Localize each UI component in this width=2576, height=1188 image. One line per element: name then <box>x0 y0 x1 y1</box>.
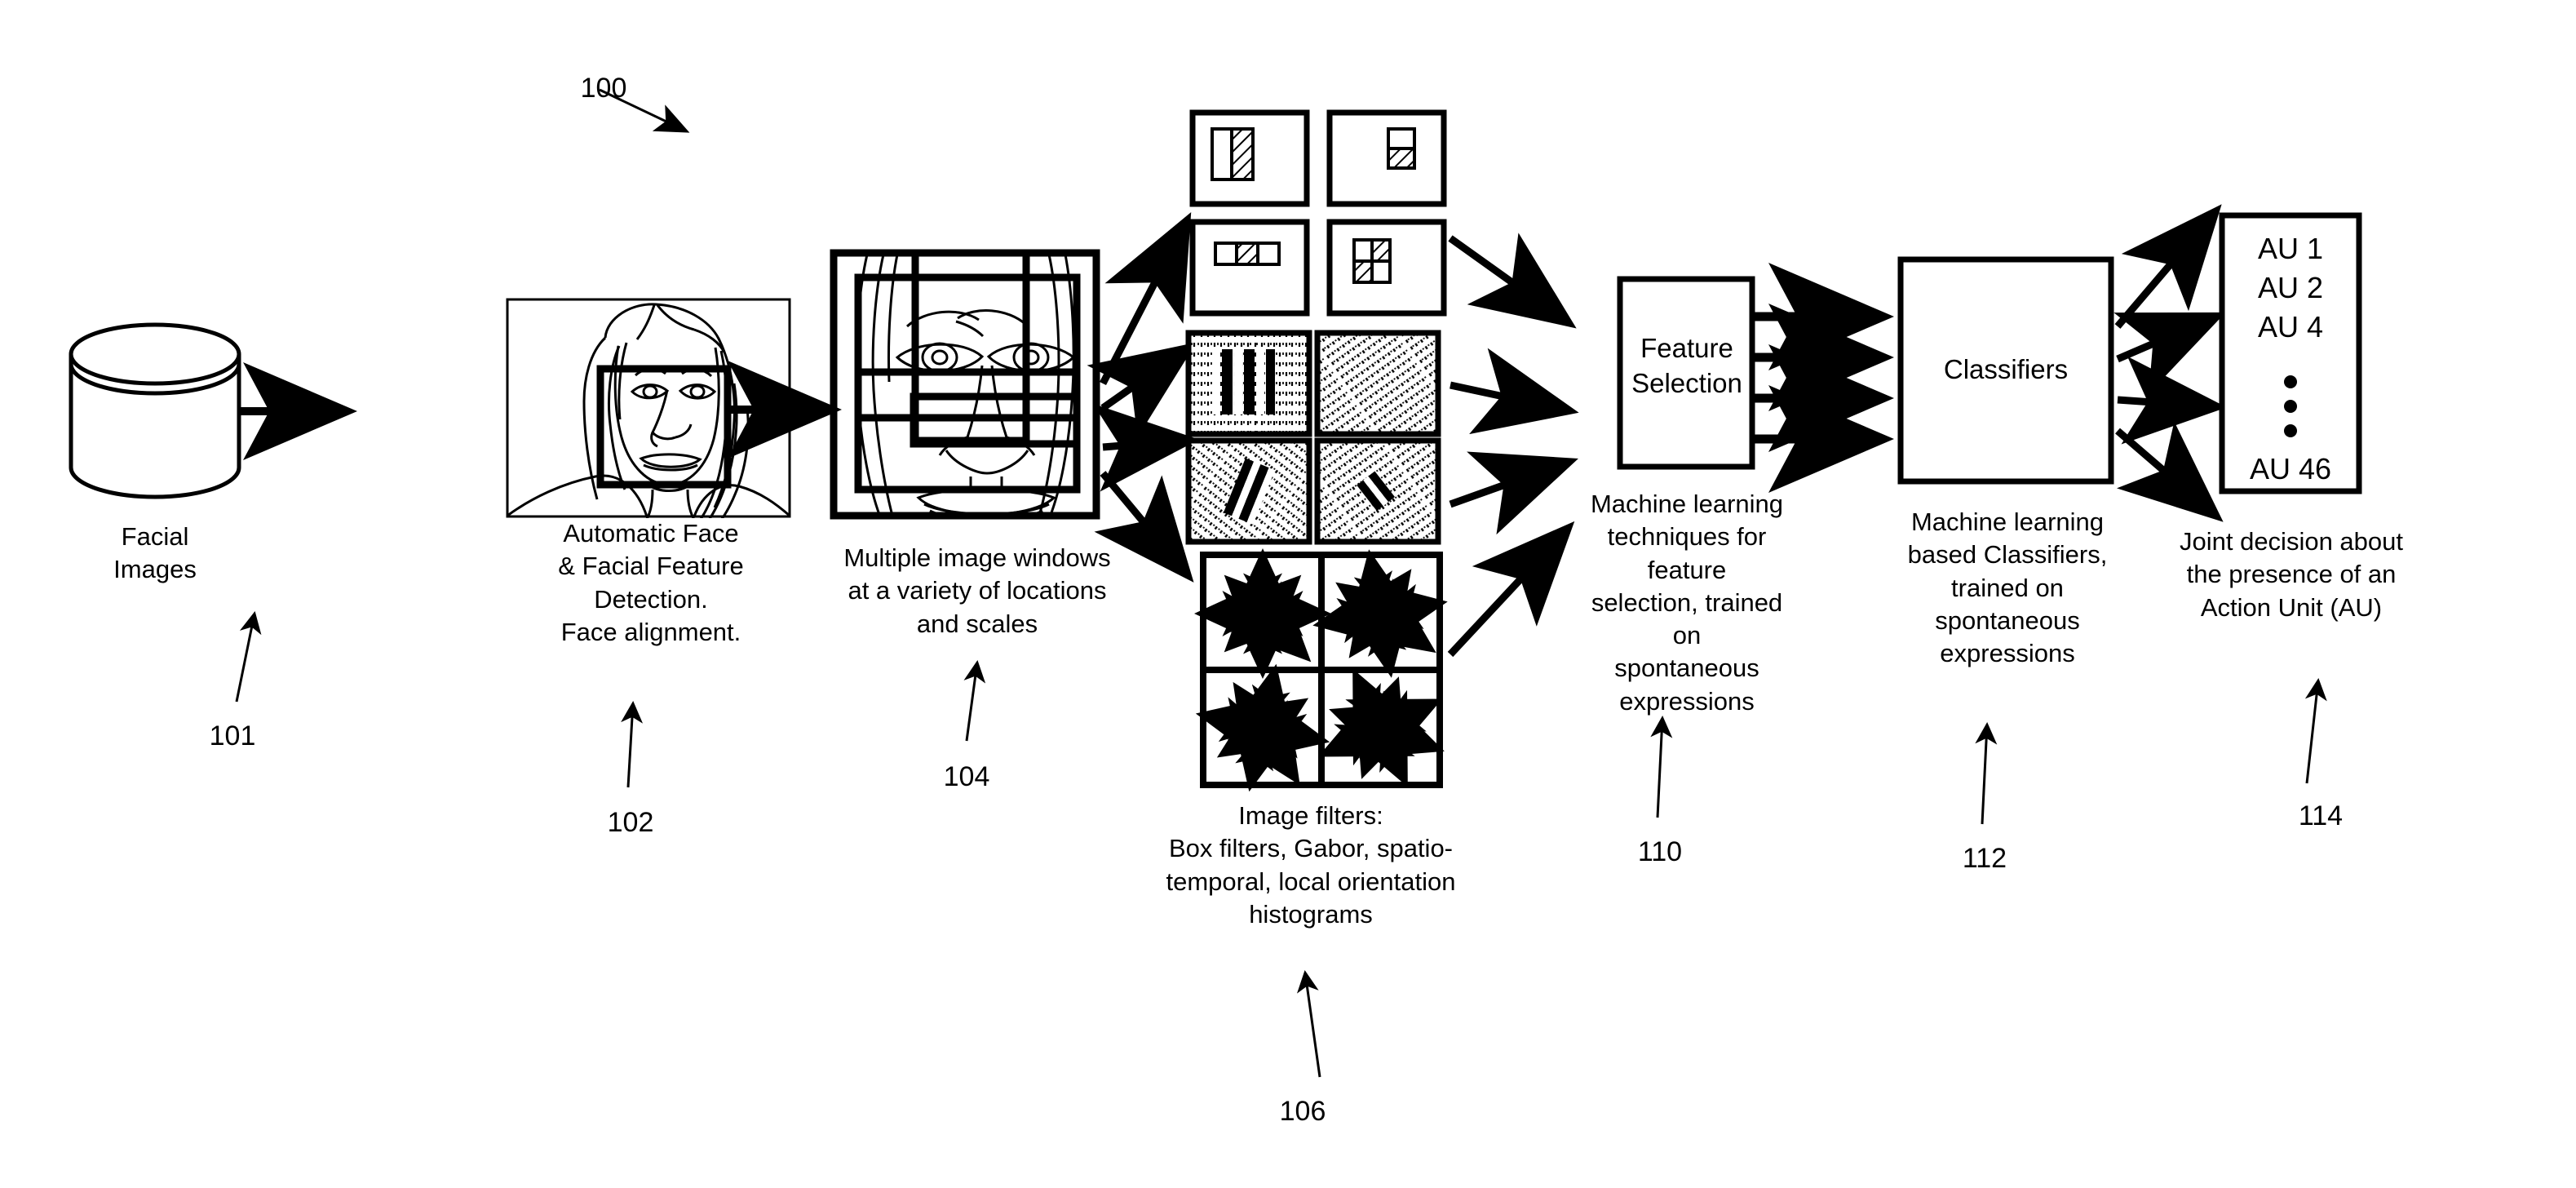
au-item-1: AU 1 <box>2257 232 2324 265</box>
filter-tile-haar-two-rect-horizontal-small <box>1326 109 1447 207</box>
filter-tile-gabor-diagonal-left <box>1185 437 1312 545</box>
ref-101: 101 <box>209 720 256 751</box>
au-item-2: AU 2 <box>2257 271 2324 304</box>
caption-image-windows: Multiple image windows at a variety of l… <box>843 543 1111 638</box>
figure-ref-100: 100 <box>580 73 627 104</box>
vertical-dot-2 <box>2284 400 2297 413</box>
filter-tile-gabor-vertical <box>1185 330 1312 437</box>
ref-112: 112 <box>1962 843 2007 874</box>
classifiers-label: Classifiers <box>1943 354 2069 384</box>
ref-102: 102 <box>607 807 654 838</box>
vertical-dot-1 <box>2284 375 2297 388</box>
feature-selection-label: Feature Selection <box>1631 333 1742 398</box>
au-item-3: AU 4 <box>2257 310 2324 344</box>
ref-104: 104 <box>943 761 990 792</box>
filter-tile-orientation-histograms <box>1200 554 1450 796</box>
vertical-dot-3 <box>2284 424 2297 437</box>
ref-106: 106 <box>1279 1096 1326 1127</box>
caption-image-filters: Image filters: Box filters, Gabor, spati… <box>1166 801 1456 929</box>
caption-feature-selection: Machine learning techniques for feature … <box>1590 490 1784 716</box>
filter-tile-haar-three-rect-horizontal <box>1189 219 1310 317</box>
caption-action-units: Joint decision about the presence of an … <box>2179 527 2404 622</box>
caption-classifiers: Machine learning based Classifiers, trai… <box>1907 508 2108 668</box>
filter-tile-haar-four-rect-checker <box>1326 219 1447 317</box>
filter-tile-gabor-diagonal-fine <box>1314 330 1441 437</box>
au-item-last: AU 46 <box>2249 452 2332 485</box>
caption-face-detection: Automatic Face & Facial Feature Detectio… <box>558 519 744 646</box>
filter-tile-haar-two-rect-vertical <box>1189 109 1310 207</box>
caption-facial-images: Facial Images <box>113 522 197 584</box>
ref-114: 114 <box>2298 800 2344 831</box>
ref-110: 110 <box>1637 836 1683 867</box>
filter-tile-gabor-diagonal-right <box>1314 437 1441 545</box>
